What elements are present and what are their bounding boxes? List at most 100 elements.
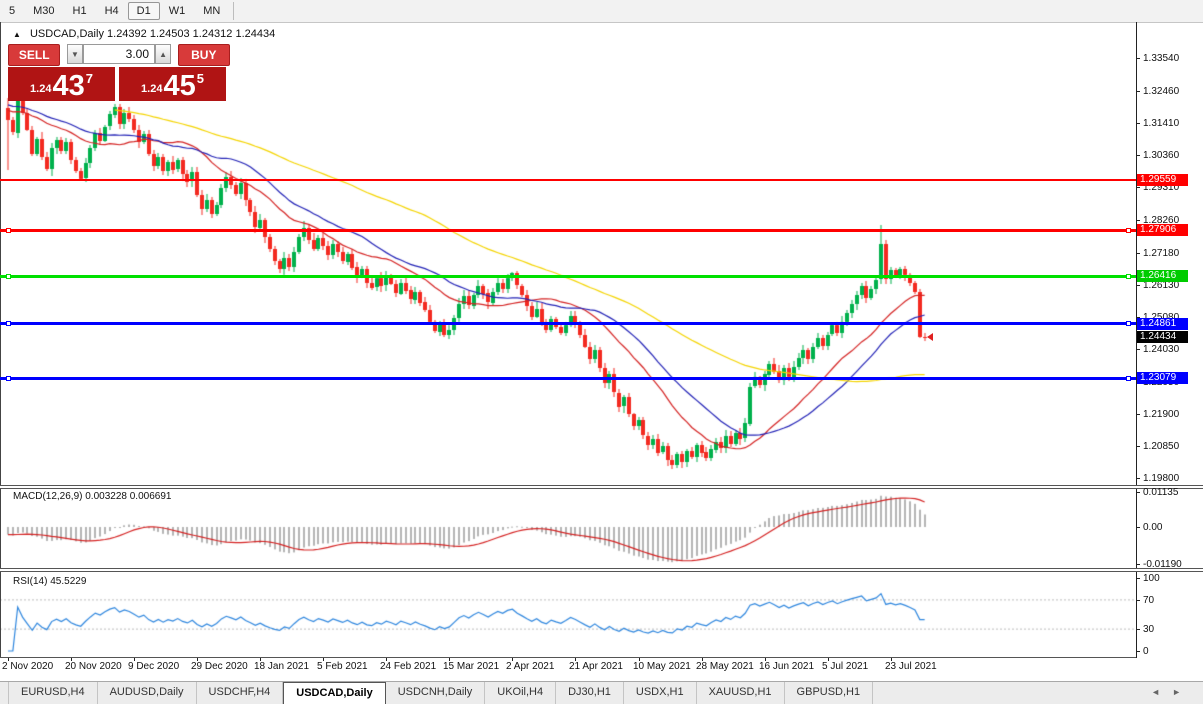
line-handle[interactable] [6,375,11,381]
tab-eurusd-h4[interactable]: EURUSD,H4 [8,682,98,704]
level-price-tag-1.23079: 1.23079 [1137,372,1188,384]
date-tick-label: 2 Apr 2021 [506,661,555,672]
rsi-label: RSI(14) 45.5229 [13,576,87,587]
chart-ohlc-values: 1.24392 1.24503 1.24312 1.24434 [107,28,276,40]
tab-usdx-h1[interactable]: USDX,H1 [624,682,697,704]
tab-dj30-h1[interactable]: DJ30,H1 [556,682,624,704]
price-tick-label: 1.27180 [1143,248,1180,259]
date-tick-label: 18 Jan 2021 [254,661,310,672]
buy-button[interactable]: BUY [177,44,231,66]
price-tick-mark [1136,478,1140,479]
line-handle[interactable] [1126,375,1131,381]
timeframe-button-h1[interactable]: H1 [64,2,96,20]
horizontal-level-line-1.29559[interactable] [0,178,1136,181]
sell-price-big: 43 [52,70,85,102]
timeframe-button-5[interactable]: 5 [0,2,24,20]
buy-price-tile[interactable]: 1.24 45 5 [119,67,226,101]
macd-panel-separator[interactable] [0,485,1203,489]
collapse-arrow-icon[interactable]: ▲ [13,30,21,39]
horizontal-level-line-1.24861[interactable] [0,322,1136,326]
horizontal-level-line-1.26416[interactable] [0,274,1136,278]
buy-price-small: 1.24 [141,83,163,95]
tab-gbpusd-h1[interactable]: GBPUSD,H1 [785,682,874,704]
volume-input[interactable] [83,44,156,64]
current-price-tag: 1.24434 [1137,331,1188,343]
current-price-marker [926,332,933,341]
tab-usdcnh-daily[interactable]: USDCNH,Daily [386,682,486,704]
price-tick-label: 1.21900 [1143,409,1180,420]
sell-price-small: 1.24 [30,83,52,95]
mt4-window: 5 M30 H1 H4 D1 W1 MN ▲ USDCAD,Daily 1.24392 1.… [0,0,1203,704]
price-tick-label: 1.19800 [1143,473,1180,484]
price-tick-label: 1.33540 [1143,53,1180,64]
chart-header: ▲ USDCAD,Daily 1.24392 1.24503 1.24312 1… [13,28,275,40]
line-handle[interactable] [6,321,11,327]
price-tick-mark [1136,253,1140,254]
date-tick-label: 20 Nov 2020 [65,661,122,672]
date-tick-label: 10 May 2021 [633,661,691,672]
date-tick-label: 21 Apr 2021 [569,661,623,672]
price-tick-mark [1136,91,1140,92]
date-tick-label: 2 Nov 2020 [2,661,54,672]
price-tick-mark [1136,349,1140,350]
date-tick-label: 15 Mar 2021 [443,661,500,672]
line-handle[interactable] [6,273,11,279]
timeframe-button-w1[interactable]: W1 [160,2,195,20]
timeframe-button-d1[interactable]: D1 [127,2,160,20]
date-tick-label: 9 Dec 2020 [128,661,180,672]
buy-price-big: 45 [163,70,196,102]
price-tick-mark [1136,123,1140,124]
tab-scroll-arrows: ◄► [1151,687,1193,697]
tab-ukoil-h4[interactable]: UKOil,H4 [485,682,557,704]
level-price-tag-1.29559: 1.29559 [1137,174,1188,186]
price-tick-mark [1136,285,1140,286]
tab-usdcad-daily[interactable]: USDCAD,Daily [283,682,386,704]
line-handle[interactable] [1126,321,1131,327]
chart-symbol-title: USDCAD,Daily [29,28,104,40]
price-tick-mark [1136,446,1140,447]
macd-tick-label: 0.00 [1143,522,1163,533]
line-handle[interactable] [6,227,11,233]
horizontal-level-line-1.27906[interactable] [0,228,1136,232]
level-price-tag-1.27906: 1.27906 [1137,224,1188,236]
sell-button[interactable]: SELL [8,44,61,66]
rsi-tick-mark [1136,651,1140,652]
rsi-tick-label: 30 [1143,624,1155,635]
tab-scroll-right-icon[interactable]: ► [1172,687,1193,697]
sell-price-tile[interactable]: 1.24 43 7 [8,67,115,101]
sell-price-sup: 7 [85,71,93,86]
macd-tick-mark [1136,564,1140,565]
timeframe-button-h4[interactable]: H4 [96,2,128,20]
tab-scroll-left-icon[interactable]: ◄ [1151,687,1172,697]
rsi-tick-label: 70 [1143,595,1155,606]
timeframe-button-mn[interactable]: MN [194,2,229,20]
price-tick-mark [1136,155,1140,156]
volume-increase-button[interactable]: ▲ [155,44,172,64]
line-handle[interactable] [1126,273,1131,279]
horizontal-level-line-1.23079[interactable] [0,376,1136,380]
date-tick-label: 24 Feb 2021 [380,661,437,672]
timeframe-button-m30[interactable]: M30 [24,2,63,20]
rsi-panel-separator[interactable] [0,568,1203,572]
price-tick-label: 1.31410 [1143,118,1180,129]
rsi-indicator-canvas[interactable] [0,572,1136,657]
chart-bottom-frame [0,657,1136,658]
price-tick-label: 1.24030 [1143,344,1180,355]
date-tick-label: 5 Feb 2021 [317,661,368,672]
tab-audusd-daily[interactable]: AUDUSD,Daily [98,682,197,704]
one-click-trade-panel: SELL ▼ ▲ BUY 1.24 43 7 1.24 45 5 [8,44,231,101]
rsi-tick-label: 0 [1143,646,1149,657]
date-tick-label: 5 Jul 2021 [822,661,869,672]
price-tick-mark [1136,187,1140,188]
price-tick-mark [1136,220,1140,221]
price-tick-label: 1.20850 [1143,441,1180,452]
chart-left-frame [0,22,1,658]
price-tick-label: 1.30360 [1143,150,1180,161]
toolbar-separator [233,2,235,20]
tab-usdchf-h4[interactable]: USDCHF,H4 [197,682,284,704]
volume-decrease-button[interactable]: ▼ [67,44,84,64]
line-handle[interactable] [1126,227,1131,233]
macd-tick-label: -0.01190 [1143,559,1182,570]
date-tick-label: 16 Jun 2021 [759,661,815,672]
tab-xauusd-h1[interactable]: XAUUSD,H1 [697,682,785,704]
